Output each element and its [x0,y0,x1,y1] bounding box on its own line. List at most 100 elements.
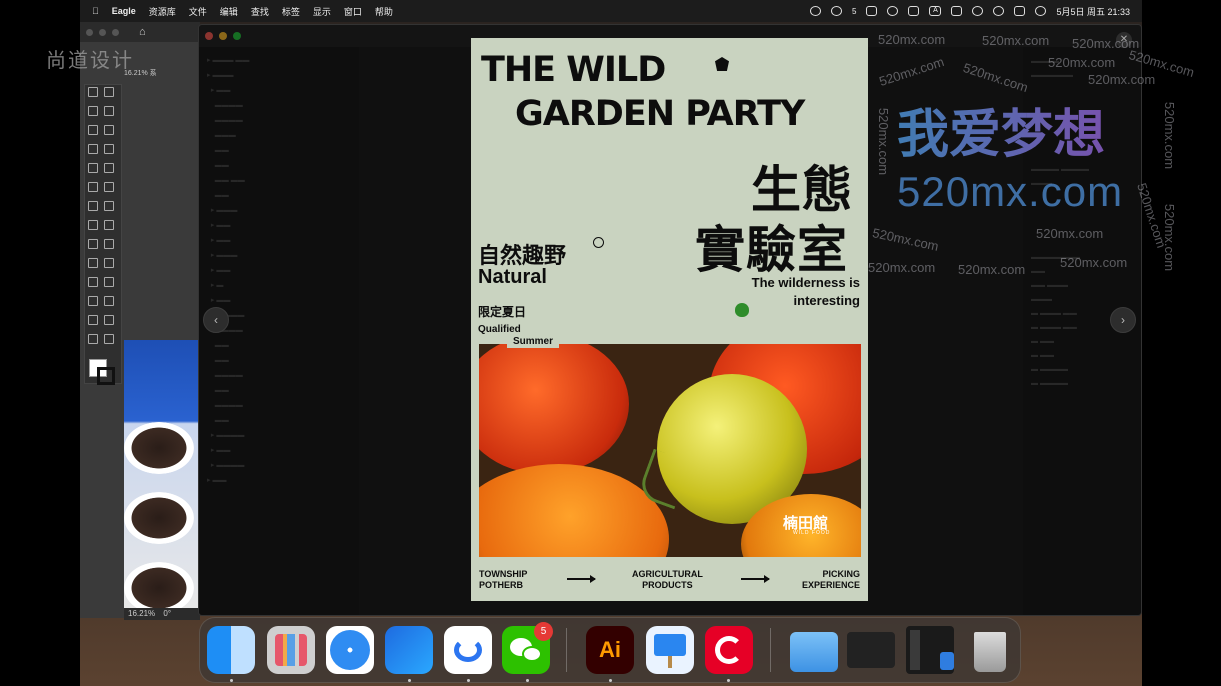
running-indicator [408,679,411,682]
zoom-level[interactable]: 16.21% [128,609,155,618]
free-transform-tool-icon[interactable] [104,220,114,230]
rotate-tool-icon[interactable] [88,201,98,211]
shaper-tool-icon[interactable] [88,182,98,192]
shield-icon[interactable] [866,6,878,16]
menu-library[interactable]: 资源库 [149,5,176,18]
domain-watermark: 520mx.com [878,32,946,47]
menu-view[interactable]: 显示 [313,5,331,18]
lasso-tool-icon[interactable] [104,106,114,116]
poster-wilderness-text: The wilderness is interesting [752,274,860,310]
folder-icon[interactable] [790,632,838,672]
domain-watermark: 520mx.com [1036,226,1104,241]
scale-tool-icon[interactable] [104,201,114,211]
line-tool-icon[interactable] [104,144,114,154]
selection-tool-icon[interactable] [88,87,98,97]
running-indicator [609,679,612,682]
slice-tool-icon[interactable] [104,315,114,325]
domain-watermark: 520mx.com [868,260,936,275]
illustrator-icon[interactable]: Ai [586,626,634,674]
menu-help[interactable]: 帮助 [375,5,393,18]
menu-tags[interactable]: 标签 [282,5,300,18]
wifi-icon[interactable] [972,6,984,16]
blend-tool-icon[interactable] [104,277,114,287]
next-button[interactable]: › [1110,307,1136,333]
screenshot-icon[interactable] [908,6,920,16]
menu-window[interactable]: 窗口 [344,5,362,18]
shape-builder-tool-icon[interactable] [88,239,98,249]
running-indicator [467,679,470,682]
control-center-icon[interactable] [1014,6,1026,16]
wechat-status-count: 5 [852,6,857,16]
mesh-tool-icon[interactable] [88,258,98,268]
clock-icon [593,237,604,248]
menu-bar:  Eagle 资源库 文件 编辑 查找 标签 显示 窗口 帮助 5 A 5月5… [80,0,1142,22]
hand-tool-icon[interactable] [88,334,98,344]
width-tool-icon[interactable] [88,220,98,230]
domain-watermark: 520mx.com [876,107,892,176]
direct-selection-tool-icon[interactable] [104,87,114,97]
poster-footer-item: TOWNSHIP POTHERB [479,569,527,591]
artboard-tool-icon[interactable] [88,315,98,325]
apple-icon[interactable]:  [92,6,99,16]
play-icon[interactable] [887,6,899,16]
poster-footer-item: PICKING EXPERIENCE [802,569,860,591]
brush-tool-icon[interactable] [104,163,114,173]
running-indicator [727,679,730,682]
graph-tool-icon[interactable] [104,296,114,306]
safari-icon[interactable] [326,626,374,674]
search-icon[interactable] [993,6,1005,16]
illustrator-canvas[interactable] [124,340,200,610]
domain-watermark: 520mx.com [1060,255,1128,270]
wechat-badge: 5 [534,622,553,641]
rotation-angle[interactable]: 0° [163,609,171,618]
perspective-tool-icon[interactable] [104,239,114,249]
feishu-icon[interactable] [385,626,433,674]
window-control-dot[interactable] [86,28,93,36]
cn-watermark: 我爱梦想 [897,92,1105,167]
type-tool-icon[interactable] [88,144,98,154]
fill-stroke-swatch[interactable] [89,359,115,385]
poster-logo-en: WILD FOOD [793,530,831,536]
menu-app-name[interactable]: Eagle [112,6,136,16]
menu-edit[interactable]: 编辑 [220,5,238,18]
keynote-icon[interactable] [646,626,694,674]
eyedropper-tool-icon[interactable] [88,277,98,287]
downloads-stack-icon[interactable] [906,626,954,674]
netease-music-icon[interactable] [705,626,753,674]
eraser-tool-icon[interactable] [104,182,114,192]
menu-clock[interactable]: 5月5日 周五 21:33 [1056,5,1130,18]
gradient-tool-icon[interactable] [104,258,114,268]
zoom-tool-icon[interactable] [104,334,114,344]
menu-file[interactable]: 文件 [189,5,207,18]
domain-watermark: 520mx.com [958,262,1026,277]
brand-watermark: 尚道设计 [46,50,134,72]
status-app-icon[interactable] [810,6,821,16]
home-icon[interactable]: ⌂ [139,26,146,38]
rectangle-tool-icon[interactable] [88,163,98,173]
window-control-dot[interactable] [112,28,119,36]
curvature-tool-icon[interactable] [104,125,114,135]
dock: Ai [199,617,1021,683]
screen-recorder-icon[interactable] [847,632,895,668]
previous-button[interactable]: ‹ [203,307,229,333]
tomato-red [479,344,629,474]
domain-watermark: 520mx.com [1048,55,1116,70]
menu-find[interactable]: 查找 [251,5,269,18]
symbol-sprayer-tool-icon[interactable] [88,296,98,306]
input-method-icon[interactable]: A [929,6,942,16]
poster-footer-item: AGRICULTURAL PRODUCTS [632,569,703,591]
finder-icon[interactable] [207,626,255,674]
magic-wand-tool-icon[interactable] [88,106,98,116]
poster-title-line2: GARDEN PARTY [515,94,805,134]
poster-cn-title-line2: 實驗室 [695,221,848,279]
pen-tool-icon[interactable] [88,125,98,135]
poster-wilderness-line2: interesting [793,293,860,308]
domain-watermark: 520mx.com [982,33,1050,48]
launchpad-icon[interactable] [267,626,315,674]
window-control-dot[interactable] [99,28,106,36]
wechat-status-icon[interactable] [831,6,842,16]
lark-docs-icon[interactable] [444,626,492,674]
siri-icon[interactable] [1035,6,1047,16]
trash-icon[interactable] [966,626,1014,674]
bluetooth-icon[interactable] [951,6,963,16]
